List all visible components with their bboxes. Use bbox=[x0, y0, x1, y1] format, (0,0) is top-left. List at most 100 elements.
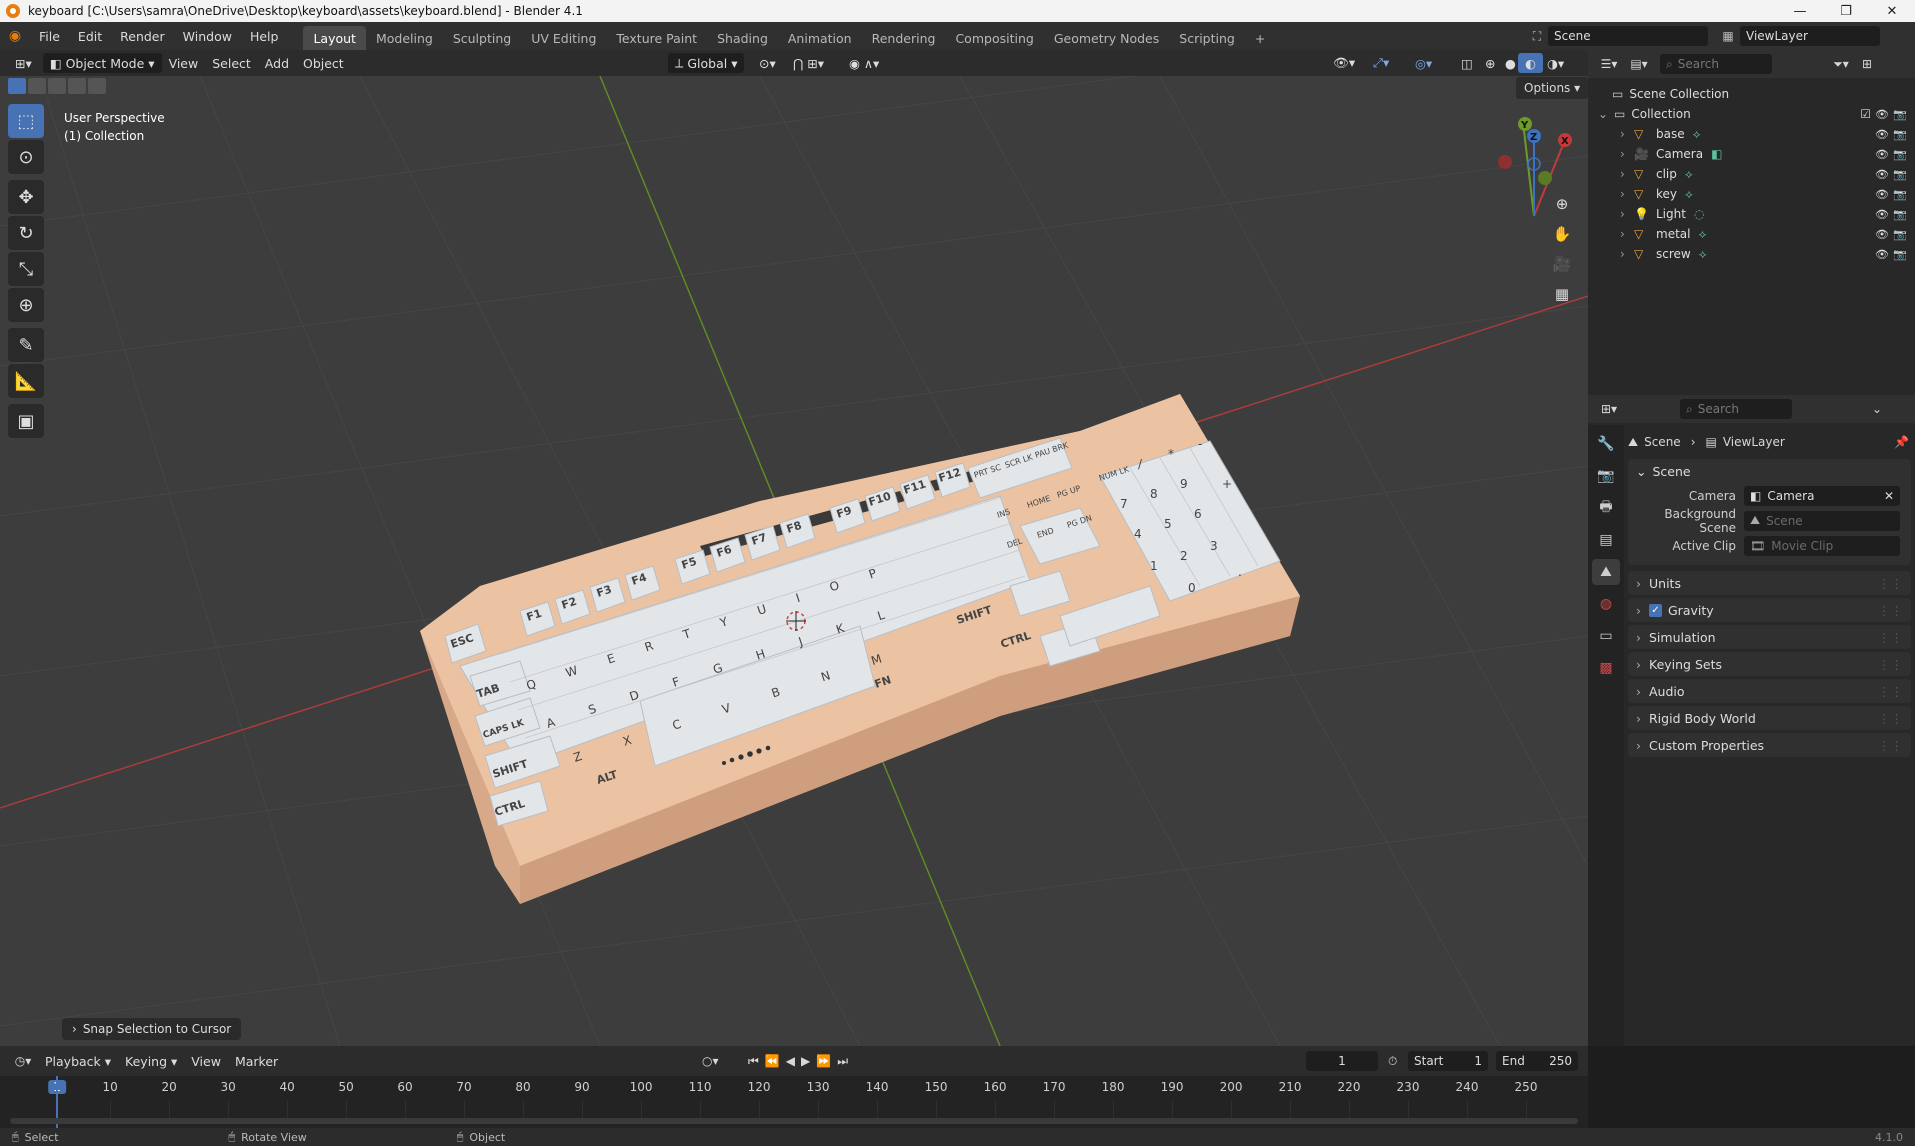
collection-tab[interactable]: ▭ bbox=[1592, 623, 1620, 649]
tab-uv-editing[interactable]: UV Editing bbox=[521, 26, 606, 50]
tool-tab[interactable]: 🔧 bbox=[1592, 431, 1620, 457]
editor-type-button[interactable]: ⊞▾ bbox=[8, 53, 39, 73]
section-simulation[interactable]: › Simulation ⋮⋮ bbox=[1628, 625, 1911, 649]
menu-window[interactable]: Window bbox=[174, 22, 241, 50]
transform-tool[interactable]: ⊕ bbox=[8, 288, 44, 322]
drag-handle-icon[interactable]: ⋮⋮ bbox=[1878, 630, 1903, 645]
add-workspace-button[interactable]: + bbox=[1245, 26, 1275, 50]
ortho-toggle-button[interactable]: ▦ bbox=[1548, 280, 1576, 308]
start-frame-field[interactable]: Start 1 bbox=[1408, 1051, 1488, 1071]
new-collection-icon[interactable]: ⊞ bbox=[1856, 57, 1878, 71]
tab-shading[interactable]: Shading bbox=[707, 26, 778, 50]
pivot-point-button[interactable]: ⊙▾ bbox=[752, 53, 783, 73]
drag-handle-icon[interactable]: ⋮⋮ bbox=[1878, 576, 1903, 591]
expand-chevron-icon[interactable]: › bbox=[1620, 147, 1634, 161]
visibility-eye-icon[interactable]: 👁 bbox=[1875, 248, 1889, 261]
exclude-checkbox-icon[interactable]: ☑ bbox=[1860, 107, 1871, 121]
visibility-eye-icon[interactable]: 👁 bbox=[1875, 108, 1889, 121]
outliner-item-light[interactable]: › 💡 Light ◌ 👁 📷 bbox=[1588, 204, 1915, 224]
select-box-tool[interactable]: ⬚ bbox=[8, 104, 44, 138]
menu-render[interactable]: Render bbox=[111, 22, 174, 50]
render-camera-icon[interactable]: 📷 bbox=[1893, 248, 1907, 261]
camera-field[interactable]: ◧ Camera ✕ bbox=[1744, 485, 1900, 506]
tab-rendering[interactable]: Rendering bbox=[862, 26, 946, 50]
playback-menu[interactable]: Playback ▾ bbox=[38, 1051, 118, 1071]
camera-view-button[interactable]: 🎥 bbox=[1548, 250, 1576, 278]
render-camera-icon[interactable]: 📷 bbox=[1893, 188, 1907, 201]
visibility-dropdown[interactable]: 👁▾ bbox=[1326, 53, 1362, 73]
output-tab[interactable]: 🖶 bbox=[1592, 495, 1620, 521]
outliner-item-camera[interactable]: › 🎥 Camera ◧ 👁 📷 bbox=[1588, 144, 1915, 164]
scene-selector[interactable]: Scene bbox=[1548, 26, 1708, 46]
gizmo-neg-x-handle[interactable] bbox=[1498, 155, 1512, 169]
clear-camera-icon[interactable]: ✕ bbox=[1884, 489, 1894, 503]
mesh-data-icon[interactable]: ⟡ bbox=[1698, 227, 1706, 242]
scene-collection-row[interactable]: ▭ Scene Collection bbox=[1588, 84, 1915, 104]
select-invert-icon[interactable] bbox=[68, 78, 86, 94]
filter-icon[interactable]: ⏷▾ bbox=[1826, 57, 1856, 72]
end-frame-field[interactable]: End 250 bbox=[1496, 1051, 1578, 1071]
tab-compositing[interactable]: Compositing bbox=[945, 26, 1043, 50]
outliner-search-field[interactable]: ⌕ Search bbox=[1660, 54, 1772, 74]
add-cube-tool[interactable]: ▣ bbox=[8, 404, 44, 438]
select-subtract-icon[interactable] bbox=[48, 78, 66, 94]
drag-handle-icon[interactable]: ⋮⋮ bbox=[1878, 657, 1903, 672]
outliner-item-key[interactable]: › ▽ key ⟡ 👁 📷 bbox=[1588, 184, 1915, 204]
scene-panel-header[interactable]: ⌄ Scene bbox=[1628, 459, 1911, 483]
play-icon[interactable]: ▶ bbox=[801, 1054, 810, 1069]
outliner-item-metal[interactable]: › ▽ metal ⟡ 👁 📷 bbox=[1588, 224, 1915, 244]
render-camera-icon[interactable]: 📷 bbox=[1893, 228, 1907, 241]
display-mode-icon[interactable]: ▤▾ bbox=[1624, 57, 1654, 71]
view-layer-selector[interactable]: ViewLayer bbox=[1740, 26, 1880, 46]
expand-chevron-icon[interactable]: › bbox=[1620, 187, 1634, 201]
mesh-data-icon[interactable]: ⟡ bbox=[1685, 167, 1693, 182]
object-menu[interactable]: Object bbox=[296, 53, 351, 73]
expand-chevron-icon[interactable]: › bbox=[1620, 207, 1634, 221]
marker-menu[interactable]: Marker bbox=[228, 1051, 285, 1071]
section-keying-sets[interactable]: › Keying Sets ⋮⋮ bbox=[1628, 652, 1911, 676]
drag-handle-icon[interactable]: ⋮⋮ bbox=[1878, 711, 1903, 726]
add-menu[interactable]: Add bbox=[258, 53, 296, 73]
outliner-item-clip[interactable]: › ▽ clip ⟡ 👁 📷 bbox=[1588, 164, 1915, 184]
render-tab[interactable]: 📷 bbox=[1592, 463, 1620, 489]
properties-editor-icon[interactable]: ⊞▾ bbox=[1594, 402, 1624, 416]
scale-tool[interactable]: ⤡ bbox=[8, 252, 44, 286]
keyboard-model[interactable]: ESC F1 F2 F3 F4 F5 F6 F7 F8 F9 F10 F11 F… bbox=[420, 394, 1300, 904]
tab-sculpting[interactable]: Sculpting bbox=[443, 26, 521, 50]
visibility-eye-icon[interactable]: 👁 bbox=[1875, 168, 1889, 181]
transform-orientation-dropdown[interactable]: ⟂ Global ▾ bbox=[668, 53, 745, 73]
section-custom-properties[interactable]: › Custom Properties ⋮⋮ bbox=[1628, 733, 1911, 757]
timeline-scrollbar[interactable] bbox=[10, 1118, 1578, 1124]
render-camera-icon[interactable]: 📷 bbox=[1893, 108, 1907, 121]
tab-geometry-nodes[interactable]: Geometry Nodes bbox=[1044, 26, 1169, 50]
cursor-tool[interactable]: ⊙ bbox=[8, 140, 44, 174]
gizmo-toggle[interactable]: ⤢▾ bbox=[1366, 53, 1396, 73]
tab-texture-paint[interactable]: Texture Paint bbox=[606, 26, 707, 50]
gravity-checkbox[interactable]: ✓ bbox=[1649, 603, 1662, 617]
move-tool[interactable]: ✥ bbox=[8, 180, 44, 214]
visibility-eye-icon[interactable]: 👁 bbox=[1875, 228, 1889, 241]
pan-button[interactable]: ✋ bbox=[1548, 220, 1576, 248]
proportional-edit-toggle[interactable]: ◉ ∧▾ bbox=[842, 53, 886, 73]
outliner-editor-icon[interactable]: ☰▾ bbox=[1594, 57, 1624, 71]
auto-key-icon[interactable]: ○▾ bbox=[702, 1054, 719, 1068]
outliner-item-screw[interactable]: › ▽ screw ⟡ 👁 📷 bbox=[1588, 244, 1915, 264]
properties-options-icon[interactable]: ⌄ bbox=[1866, 402, 1888, 416]
select-menu[interactable]: Select bbox=[205, 53, 258, 73]
expand-chevron-icon[interactable]: › bbox=[1620, 127, 1634, 141]
world-tab[interactable]: ◍ bbox=[1592, 591, 1620, 617]
view-menu[interactable]: View bbox=[162, 53, 206, 73]
timeline-area[interactable]: 1102030405060708090100110120130140150160… bbox=[0, 1076, 1588, 1128]
camera-data-icon[interactable]: ◧ bbox=[1711, 147, 1722, 161]
section-audio[interactable]: › Audio ⋮⋮ bbox=[1628, 679, 1911, 703]
pin-icon[interactable]: 📌 bbox=[1894, 435, 1909, 449]
select-extend-icon[interactable] bbox=[28, 78, 46, 94]
tab-scripting[interactable]: Scripting bbox=[1169, 26, 1245, 50]
scene-tab[interactable]: ⛰ bbox=[1592, 559, 1620, 585]
properties-search-field[interactable]: ⌕ Search bbox=[1680, 399, 1792, 419]
gizmo-neg-y-handle[interactable] bbox=[1538, 171, 1552, 185]
last-operator-panel[interactable]: › Snap Selection to Cursor bbox=[62, 1018, 242, 1040]
active-clip-field[interactable]: 🎞 Movie Clip bbox=[1744, 535, 1900, 556]
render-camera-icon[interactable]: 📷 bbox=[1893, 168, 1907, 181]
drag-handle-icon[interactable]: ⋮⋮ bbox=[1878, 603, 1903, 618]
